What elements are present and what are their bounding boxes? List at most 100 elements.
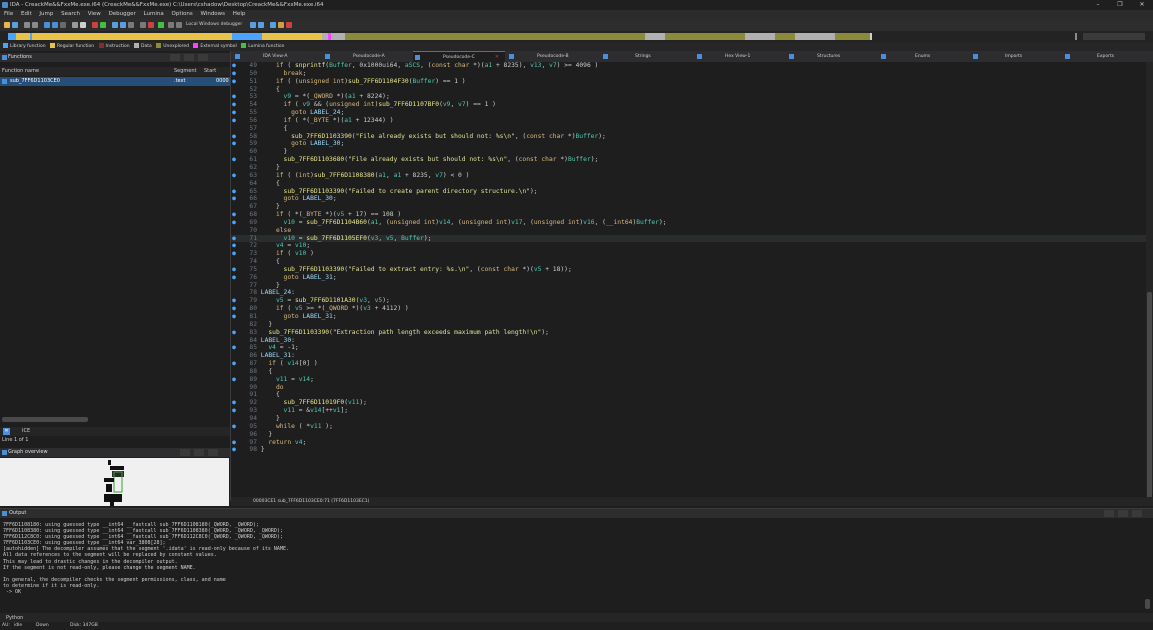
settings-icon[interactable]	[128, 22, 134, 28]
code-line[interactable]: ● 69 v10 = sub_7FF6D1104B60(a1, (unsigned…	[231, 219, 1146, 227]
tab-imports[interactable]: Imports	[971, 51, 1063, 62]
menu-file[interactable]: File	[4, 10, 13, 19]
code-line[interactable]: ● 58 sub_7FF6D1103390("File already exist…	[231, 133, 1146, 141]
code-line[interactable]: 82 }	[231, 321, 1146, 329]
code-line[interactable]: 62 }	[231, 164, 1146, 172]
code-line[interactable]: ● 83 sub_7FF6D1103390("Extraction path le…	[231, 329, 1146, 337]
menu-view[interactable]: View	[88, 10, 101, 19]
code-line[interactable]: ● 89 v11 = v14;	[231, 376, 1146, 384]
stop-icon[interactable]	[148, 22, 154, 28]
code-line[interactable]: ● 65 sub_7FF6D1103390("Failed to create p…	[231, 188, 1146, 196]
code-line[interactable]: ● 72 v4 = v10;	[231, 242, 1146, 250]
open-icon[interactable]	[4, 22, 10, 28]
pane-close-icon[interactable]	[198, 54, 208, 61]
code-line[interactable]: ● 50 break;	[231, 70, 1146, 78]
code-line[interactable]: 77 }	[231, 282, 1146, 290]
overview-float-icon[interactable]	[194, 449, 204, 456]
code-line[interactable]: ● 56 if ( *(_BYTE *)(a1 + 12344) )	[231, 117, 1146, 125]
code-line[interactable]: ● 97 return v4;	[231, 439, 1146, 447]
code-line[interactable]: ● 71 v10 = sub_7FF6D1105EF0(v3, v5, Buffe…	[231, 234, 1146, 243]
code-line[interactable]: 70 else	[231, 227, 1146, 235]
menu-help[interactable]: Help	[233, 10, 246, 19]
menu-edit[interactable]: Edit	[21, 10, 32, 19]
tab-ida-view-a[interactable]: IDA View-A	[233, 51, 321, 62]
align-icon[interactable]	[80, 22, 86, 28]
menu-options[interactable]: Options	[172, 10, 193, 19]
code-line[interactable]: 67 }	[231, 203, 1146, 211]
function-row[interactable]: sub_7FF6D1103CE0 .text 0000	[0, 77, 230, 86]
output-float-icon[interactable]	[1118, 510, 1128, 517]
menu-windows[interactable]: Windows	[200, 10, 225, 19]
proximity-icon[interactable]	[120, 22, 126, 28]
code-line[interactable]: ● 92 sub_7FF6D11019F0(v11);	[231, 399, 1146, 407]
code-line[interactable]: 60 }	[231, 148, 1146, 156]
code-line[interactable]: 91 {	[231, 391, 1146, 399]
code-line[interactable]: 74 {	[231, 258, 1146, 266]
lumina-icon[interactable]	[286, 22, 292, 28]
function-search-bar[interactable]: ✕ ICE	[0, 427, 230, 436]
code-line[interactable]: ● 51 if ( (unsigned int)sub_7FF6D1104F30(…	[231, 78, 1146, 86]
data-icon[interactable]	[60, 22, 66, 28]
back-icon[interactable]	[24, 22, 30, 28]
tab-exports[interactable]: Exports	[1063, 51, 1151, 62]
output-close-icon[interactable]	[1132, 510, 1142, 517]
output-scrollbar[interactable]	[1145, 599, 1150, 609]
code-line[interactable]: ● 63 if ( (int)sub_7FF6D1108380(a1, a1 + …	[231, 172, 1146, 180]
code-line[interactable]: ● 55 goto LABEL_24;	[231, 109, 1146, 117]
code-line[interactable]: ● 53 v9 = *(_QWORD *)(a1 + 8224);	[231, 93, 1146, 101]
undefine-icon[interactable]	[92, 22, 98, 28]
code-line[interactable]: 86 LABEL_31:	[231, 352, 1146, 360]
step-icon[interactable]	[258, 22, 264, 28]
debugger-select[interactable]: Local Windows debugger	[186, 21, 242, 29]
close-button[interactable]: ✕	[1131, 0, 1153, 10]
code-line[interactable]: 88 {	[231, 368, 1146, 376]
run-icon[interactable]	[158, 22, 164, 28]
overview-close-icon[interactable]	[208, 449, 218, 456]
code-line[interactable]: 94 }	[231, 415, 1146, 423]
graph-overview-canvas[interactable]	[0, 458, 229, 506]
code-line[interactable]: ● 54 if ( v9 && (unsigned int)sub_7FF6D11…	[231, 101, 1146, 109]
tab-strings[interactable]: Strings	[601, 51, 693, 62]
navigation-band[interactable]	[0, 31, 1153, 42]
code-line[interactable]: ● 98 }	[231, 446, 1146, 454]
save-icon[interactable]	[12, 22, 18, 28]
code-icon[interactable]	[52, 22, 58, 28]
code-line[interactable]: ● 95 while ( *v11 );	[231, 423, 1146, 431]
output-menu-icon[interactable]	[1104, 510, 1114, 517]
minimize-button[interactable]: –	[1087, 0, 1109, 10]
tab-pseudocode-c[interactable]: Pseudocode-C ✕	[413, 51, 505, 62]
column-function-name[interactable]: Function name	[2, 67, 39, 76]
graph-icon[interactable]	[112, 22, 118, 28]
tab-structures[interactable]: Structures	[787, 51, 879, 62]
hex-icon[interactable]	[44, 22, 50, 28]
code-line[interactable]: ● 59 goto LABEL_30;	[231, 140, 1146, 148]
code-line[interactable]: ● 81 goto LABEL_31;	[231, 313, 1146, 321]
code-line[interactable]: 64 {	[231, 180, 1146, 188]
pseudocode-view[interactable]: ● 49 if ( snprintf(Buffer, 0x1000ui64, aS…	[231, 62, 1146, 494]
trace-icon[interactable]	[270, 22, 276, 28]
code-line[interactable]: ● 79 v5 = sub_7FF6D1101A30(v3, v5);	[231, 297, 1146, 305]
column-start[interactable]: Start	[204, 67, 216, 76]
overview-menu-icon[interactable]	[180, 449, 190, 456]
code-vertical-scrollbar[interactable]	[1146, 62, 1153, 502]
maximize-button[interactable]: ❐	[1109, 0, 1131, 10]
forward-icon[interactable]	[32, 22, 38, 28]
functions-horizontal-scrollbar[interactable]	[2, 417, 88, 422]
code-line[interactable]: 96 }	[231, 431, 1146, 439]
column-segment[interactable]: Segment	[174, 67, 197, 76]
code-line[interactable]: 52 {	[231, 86, 1146, 94]
flag-icon[interactable]	[278, 22, 284, 28]
code-line[interactable]: ● 66 goto LABEL_30;	[231, 195, 1146, 203]
code-line[interactable]: ● 61 sub_7FF6D1103680("File already exist…	[231, 156, 1146, 164]
menu-search[interactable]: Search	[61, 10, 80, 19]
pane-menu-icon[interactable]	[170, 54, 180, 61]
code-line[interactable]: ● 87 if ( v14[0] )	[231, 360, 1146, 368]
code-line[interactable]: ● 85 v4 = -1;	[231, 344, 1146, 352]
script-icon[interactable]	[140, 22, 146, 28]
menu-jump[interactable]: Jump	[39, 10, 53, 19]
pane-float-icon[interactable]	[184, 54, 194, 61]
breakpoint-icon[interactable]	[250, 22, 256, 28]
code-line[interactable]: ● 68 if ( *(_BYTE *)(v5 + 17) == 108 )	[231, 211, 1146, 219]
code-line[interactable]: ● 93 v11 = &v14[++v1];	[231, 407, 1146, 415]
menu-lumina[interactable]: Lumina	[144, 10, 164, 19]
